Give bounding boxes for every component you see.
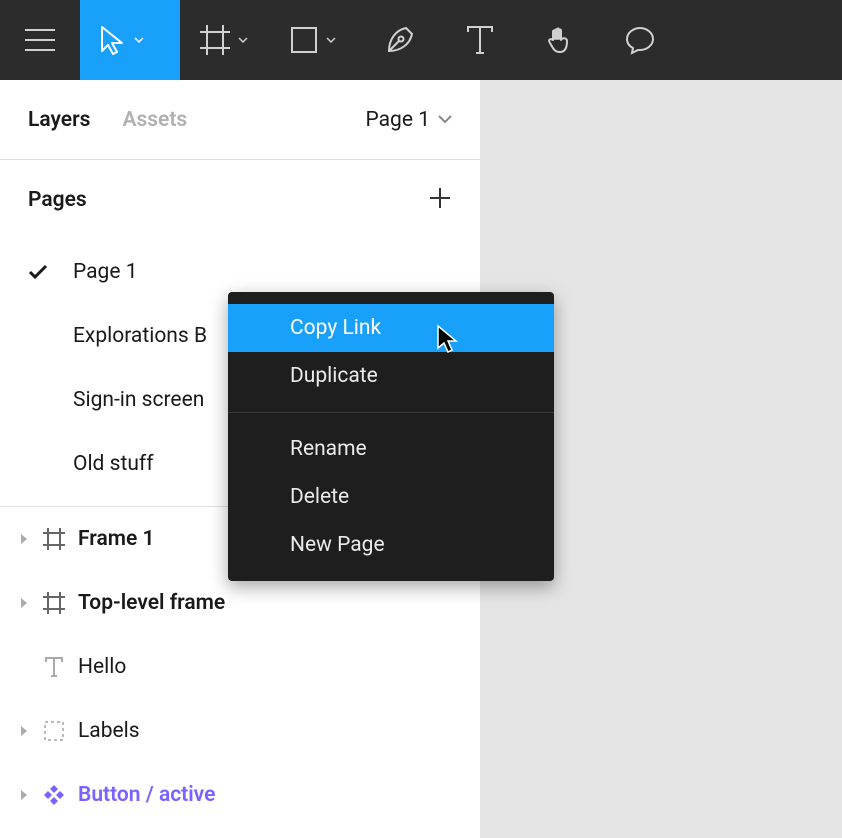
component-icon	[38, 783, 70, 807]
frame-tool-button[interactable]	[180, 0, 270, 80]
chevron-down-icon	[438, 115, 452, 124]
ctx-copy-link[interactable]: Copy Link	[228, 304, 554, 352]
expand-caret-icon[interactable]	[10, 533, 38, 545]
layer-label: Hello	[78, 655, 126, 679]
ctx-separator	[228, 412, 554, 413]
hand-tool-button[interactable]	[520, 0, 600, 80]
move-icon	[100, 25, 126, 55]
layer-label: Labels	[78, 719, 140, 743]
ctx-new-page[interactable]: New Page	[228, 521, 554, 569]
pages-title: Pages	[28, 188, 87, 212]
context-menu: Copy Link Duplicate Rename Delete New Pa…	[228, 292, 554, 581]
hamburger-icon	[25, 29, 55, 51]
frame-icon	[200, 25, 230, 55]
ctx-delete[interactable]: Delete	[228, 473, 554, 521]
layer-label: Frame 1	[78, 527, 155, 551]
page-label: Sign-in screen	[73, 388, 204, 412]
text-icon	[38, 656, 70, 678]
layer-label: Button / active	[78, 783, 215, 807]
pages-header: Pages	[28, 160, 452, 240]
ctx-duplicate[interactable]: Duplicate	[228, 352, 554, 400]
expand-caret-icon[interactable]	[10, 789, 38, 801]
pen-icon	[384, 24, 416, 56]
text-tool-button[interactable]	[440, 0, 520, 80]
frame-icon	[38, 528, 70, 550]
comment-tool-button[interactable]	[600, 0, 680, 80]
layer-label: Top-level frame	[78, 591, 225, 615]
layer-item[interactable]: Labels	[4, 699, 476, 763]
toolbar	[0, 0, 842, 80]
check-icon	[28, 264, 73, 280]
chevron-down-icon	[134, 35, 144, 45]
rectangle-icon	[290, 26, 318, 54]
page-label: Old stuff	[73, 452, 154, 476]
comment-icon	[624, 24, 656, 56]
current-page-label: Page 1	[366, 108, 431, 132]
group-icon	[38, 720, 70, 742]
ctx-rename[interactable]: Rename	[228, 425, 554, 473]
expand-caret-icon[interactable]	[10, 725, 38, 737]
panel-header: Layers Assets Page 1	[0, 80, 480, 160]
chevron-down-icon	[238, 35, 248, 45]
page-switcher[interactable]: Page 1	[366, 108, 453, 132]
frame-icon	[38, 592, 70, 614]
shape-tool-button[interactable]	[270, 0, 360, 80]
add-page-button[interactable]	[428, 186, 452, 214]
page-label: Page 1	[73, 260, 138, 284]
tab-assets[interactable]: Assets	[122, 108, 187, 132]
layer-item[interactable]: Button / active	[4, 763, 476, 827]
pen-tool-button[interactable]	[360, 0, 440, 80]
tab-layers[interactable]: Layers	[28, 108, 90, 132]
hand-icon	[544, 24, 576, 56]
layer-item[interactable]: Hello	[4, 635, 476, 699]
expand-caret-icon[interactable]	[10, 597, 38, 609]
plus-icon	[428, 186, 452, 210]
page-label: Explorations B	[73, 324, 207, 348]
text-icon	[466, 25, 494, 55]
chevron-down-icon	[326, 35, 336, 45]
main-menu-button[interactable]	[0, 0, 80, 80]
move-tool-button[interactable]	[80, 0, 180, 80]
